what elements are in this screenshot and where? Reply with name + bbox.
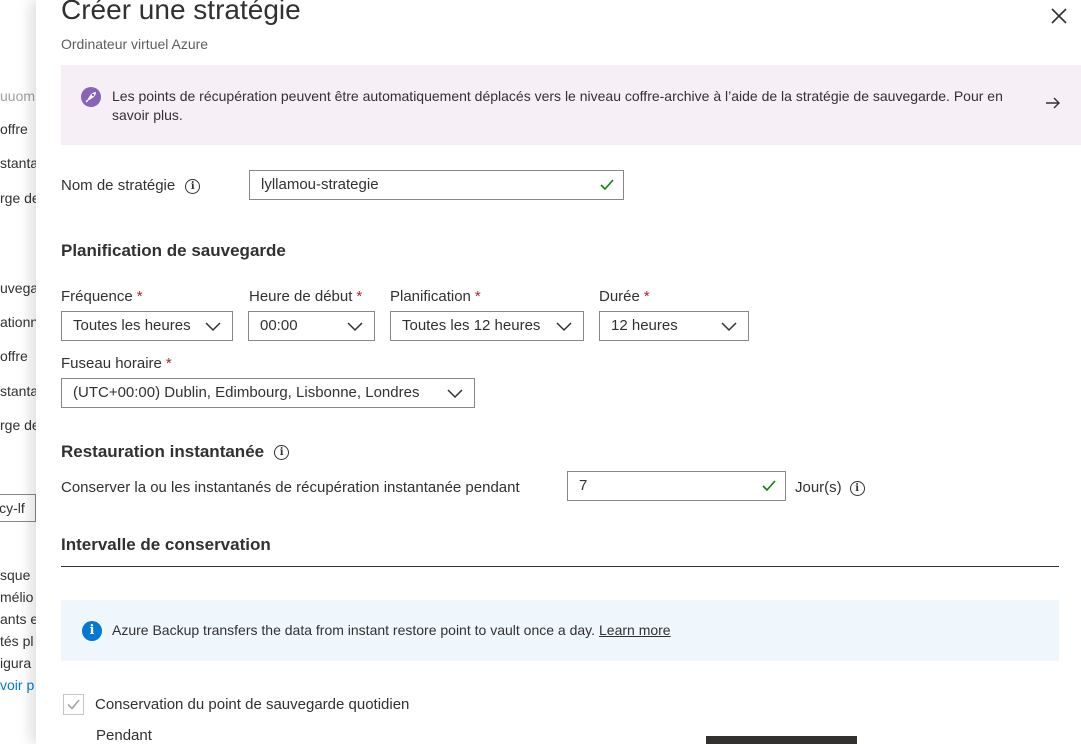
schedule-dropdown[interactable]: Toutes les 12 heures: [390, 311, 584, 341]
timezone-label-text: Fuseau horaire: [61, 355, 162, 372]
start-time-label-text: Heure de début: [249, 288, 353, 305]
info-icon[interactable]: i: [274, 445, 290, 461]
bg-fragment: sque: [0, 567, 31, 583]
bg-fragment: offre: [0, 348, 28, 364]
daily-retention-checkbox[interactable]: [63, 694, 84, 715]
rocket-icon: [81, 87, 101, 107]
duration-label-text: Durée: [599, 288, 640, 305]
frequency-dropdown[interactable]: Toutes les heures: [61, 311, 233, 341]
info-icon[interactable]: i: [849, 480, 865, 496]
retain-days-value: 7: [579, 477, 588, 494]
timezone-dropdown[interactable]: (UTC+00:00) Dublin, Edimbourg, Lisbonne,…: [61, 378, 475, 408]
required-marker: *: [474, 288, 481, 305]
schedule-value: Toutes les 12 heures: [402, 317, 541, 334]
bg-fragment: tés pl: [0, 633, 34, 649]
learn-more-link[interactable]: Learn more: [599, 622, 671, 638]
policy-name-label-text: Nom de stratégie: [61, 177, 176, 194]
duration-dropdown[interactable]: 12 heures: [599, 311, 749, 341]
retention-range-title: Intervalle de conservation: [61, 535, 271, 554]
instant-restore-title: Restauration instantanée i: [61, 442, 290, 462]
policy-name-value: lyllamou-strategie: [261, 176, 379, 193]
arrow-right-icon[interactable]: [1043, 93, 1063, 113]
start-time-label: Heure de début *: [249, 288, 362, 305]
required-marker: *: [165, 355, 172, 372]
timezone-value: (UTC+00:00) Dublin, Edimbourg, Lisbonne,…: [73, 384, 420, 401]
bg-fragment: mélio: [0, 589, 34, 605]
required-marker: *: [356, 288, 363, 305]
bg-fragment: ants e: [0, 611, 36, 627]
start-time-dropdown[interactable]: 00:00: [248, 311, 375, 341]
bg-fragment: offre: [0, 121, 28, 137]
duration-label: Durée *: [599, 288, 650, 305]
bg-fragment: uvega: [0, 280, 36, 296]
policy-name-input[interactable]: lyllamou-strategie: [249, 170, 624, 200]
frequency-label: Fréquence *: [61, 288, 143, 305]
archive-tier-banner: Les points de récupération peuvent être …: [61, 65, 1081, 145]
chevron-down-icon: [447, 389, 463, 399]
checkmark-icon: [67, 699, 80, 710]
blade-title: Créer une stratégie: [61, 0, 301, 25]
close-icon[interactable]: [1047, 4, 1071, 28]
retention-info-text: Azure Backup transfers the data from ins…: [112, 622, 671, 638]
days-unit-text: Jour(s): [795, 479, 842, 496]
info-icon[interactable]: i: [185, 178, 201, 194]
archive-banner-text: Les points de récupération peuvent être …: [112, 88, 1003, 123]
backup-schedule-title: Planification de sauvegarde: [61, 241, 286, 260]
days-unit-label: Jour(s) i: [795, 479, 865, 496]
info-icon: i: [82, 621, 102, 641]
bg-link[interactable]: voir p: [0, 677, 34, 693]
chevron-down-icon: [205, 322, 221, 332]
frequency-label-text: Fréquence: [61, 288, 133, 305]
create-policy-blade: Créer une stratégie Ordinateur virtuel A…: [36, 0, 1081, 744]
tooltip: [706, 736, 857, 744]
timezone-label: Fuseau horaire *: [61, 355, 172, 372]
daily-retention-label: Conservation du point de sauvegarde quot…: [95, 696, 410, 713]
chevron-down-icon: [347, 322, 363, 332]
schedule-label-text: Planification: [390, 288, 471, 305]
retention-info-banner: i Azure Backup transfers the data from i…: [61, 600, 1059, 661]
policy-name-label: Nom de stratégie i: [61, 177, 201, 194]
bg-input[interactable]: icy-lf: [0, 494, 36, 522]
bg-fragment: igura: [0, 655, 32, 671]
checkmark-icon: [762, 480, 776, 492]
bg-fragment: rge de: [0, 417, 36, 433]
divider: [61, 566, 1059, 567]
bg-fragment: stantan: [0, 155, 36, 171]
checkmark-icon: [600, 179, 614, 191]
chevron-down-icon: [721, 322, 737, 332]
blade-subtitle: Ordinateur virtuel Azure: [61, 36, 209, 52]
start-time-value: 00:00: [260, 317, 298, 334]
bg-input-value: icy-lf: [0, 500, 25, 516]
retention-info-message: Azure Backup transfers the data from ins…: [112, 622, 595, 638]
bg-fragment: stantan: [0, 383, 36, 399]
retain-days-input[interactable]: 7: [567, 471, 786, 501]
bg-fragment: ationn: [0, 314, 36, 330]
schedule-label: Planification *: [390, 288, 481, 305]
chevron-down-icon: [556, 322, 572, 332]
duration-value: 12 heures: [611, 317, 678, 334]
retain-snapshots-label: Conserver la ou les instantanés de récup…: [61, 479, 520, 496]
bg-fragment: uuom: [0, 88, 36, 104]
frequency-value: Toutes les heures: [73, 317, 191, 334]
bg-fragment: rge de: [0, 190, 36, 206]
background-page: uuom offre stantan rge de uvega ationn o…: [0, 0, 36, 744]
required-marker: *: [643, 288, 650, 305]
for-label: Pendant: [96, 727, 152, 744]
required-marker: *: [136, 288, 143, 305]
instant-restore-title-text: Restauration instantanée: [61, 442, 265, 461]
